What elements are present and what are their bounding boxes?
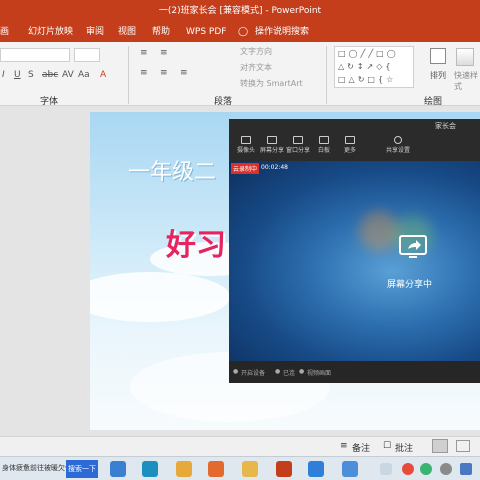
quick-styles-button[interactable]: 快速样式 (454, 70, 480, 92)
sorter-view-button[interactable] (456, 440, 470, 452)
italic-button[interactable]: I (2, 70, 5, 80)
tell-me-search[interactable]: 操作说明搜索 (255, 22, 309, 42)
align-text-button[interactable]: 对齐文本 (240, 62, 272, 73)
whiteboard-button[interactable]: 白板 (311, 133, 337, 159)
comments-button[interactable]: 批注 (395, 441, 413, 454)
tray-app-icon[interactable] (440, 463, 452, 475)
taskbar: 身体疲惫前往被暖欠债 搜索一下 (0, 456, 480, 480)
tab-slideshow[interactable]: 幻灯片放映 (28, 22, 73, 42)
status-bar: ≡ 备注 ☐ 批注 (0, 436, 480, 456)
video-icon[interactable]: ● (299, 368, 304, 375)
arrange-button[interactable]: 排列 (430, 70, 446, 81)
window-share-icon (293, 136, 303, 144)
tab-draw[interactable]: 画 (0, 22, 9, 42)
recording-timer: 00:02:48 (261, 164, 288, 171)
font-size-box[interactable] (74, 48, 100, 62)
device-settings-label[interactable]: 开启设备 (241, 368, 265, 377)
more-button[interactable]: 更多 (337, 133, 363, 159)
meeting-title-bar: 家长会 (229, 119, 480, 133)
tray-app-icon[interactable] (402, 463, 414, 475)
whiteboard-icon (319, 136, 329, 144)
window-share-button[interactable]: 窗口分享 (285, 133, 311, 159)
connection-status-label: 已连 (283, 370, 296, 377)
slide-big-text: 好习 (166, 228, 226, 263)
shared-screen-area: 云录制中 00:02:48 屏幕分享中 (229, 161, 480, 361)
align-center-icon[interactable]: ≡ (160, 68, 168, 78)
connected-icon: ● (275, 368, 281, 375)
screen-share-button[interactable]: 屏幕分享 (259, 133, 285, 159)
camera-icon (241, 136, 251, 144)
recording-badge: 云录制中 (231, 163, 260, 174)
change-case-button[interactable]: Aa (78, 70, 90, 80)
tray-app-icon[interactable] (460, 463, 472, 475)
numbering-icon[interactable]: ≡ (160, 48, 168, 58)
shapes-icon: □◯╱╱□◯ (338, 49, 399, 58)
divider (326, 46, 327, 104)
meeting-app-icon[interactable] (308, 461, 324, 477)
strike-button[interactable]: abc (42, 70, 58, 80)
file-explorer-icon[interactable] (242, 461, 258, 477)
align-right-icon[interactable]: ≡ (180, 68, 188, 78)
cloud-decoration (90, 272, 230, 322)
media-player-icon[interactable] (142, 461, 158, 477)
bullets-icon[interactable]: ≡ (140, 48, 148, 58)
app-icon[interactable] (208, 461, 224, 477)
divider (128, 46, 129, 104)
video-view-label[interactable]: 视频画面 (307, 368, 331, 377)
normal-view-button[interactable] (432, 439, 448, 453)
mail-icon[interactable] (110, 461, 126, 477)
convert-smartart-button[interactable]: 转换为 SmartArt (240, 78, 303, 89)
char-spacing-button[interactable]: AV (62, 70, 74, 80)
share-status-text: 屏幕分享中 (387, 280, 433, 290)
font-color-button[interactable]: A (100, 70, 106, 80)
screen-share-status-icon (397, 233, 429, 261)
wps-icon[interactable] (176, 461, 192, 477)
tab-help[interactable]: 帮助 (152, 22, 170, 42)
weather-news-ticker[interactable]: 身体疲惫前往被暖欠债 (2, 463, 72, 473)
ribbon: I U S abc AV Aa A 字体 文字方向 对齐文本 转换为 Smart… (0, 42, 480, 107)
share-settings-button[interactable]: 共享设置 (385, 133, 411, 159)
notes-button[interactable]: 备注 (352, 441, 370, 454)
tray-app-icon[interactable] (420, 463, 432, 475)
comments-icon[interactable]: ☐ (383, 441, 391, 451)
tab-review[interactable]: 审阅 (86, 22, 104, 42)
ribbon-tabs: 画 幻灯片放映 审阅 视图 帮助 WPS PDF ◯ 操作说明搜索 (0, 22, 480, 42)
underline-button[interactable]: U (14, 70, 21, 80)
shapes-gallery[interactable]: □◯╱╱□◯ △↻↕↗◇{ □△↻□{☆ (334, 46, 414, 88)
text-direction-button[interactable]: 文字方向 (240, 46, 272, 57)
grid-icon (345, 136, 355, 144)
meeting-window[interactable]: 家长会 摄像头 屏幕分享 窗口分享 白板 更多 共享设置 云录制中 00:02:… (229, 119, 480, 383)
app-icon[interactable] (342, 461, 358, 477)
tab-wps-pdf[interactable]: WPS PDF (186, 22, 226, 42)
meeting-title: 家长会 (435, 122, 456, 130)
shadow-button[interactable]: S (28, 70, 34, 80)
network-icon[interactable] (380, 463, 392, 475)
meeting-footer: ● 开启设备 ● 已连 ● 视频画面 (229, 361, 480, 383)
screen-share-icon (267, 136, 277, 144)
notes-icon[interactable]: ≡ (340, 441, 348, 451)
quick-styles-icon[interactable] (456, 48, 474, 66)
arrange-icon[interactable] (430, 48, 446, 64)
tab-view[interactable]: 视图 (118, 22, 136, 42)
slide-heading: 一年级二 (128, 160, 217, 185)
person-icon (394, 136, 402, 144)
window-title-bar: 一(2)班家长会 [兼容模式] - PowerPoint (0, 0, 480, 22)
mic-icon[interactable]: ● (233, 368, 238, 375)
search-button[interactable]: 搜索一下 (66, 460, 98, 478)
align-left-icon[interactable]: ≡ (140, 68, 148, 78)
font-name-box[interactable] (0, 48, 70, 62)
window-title: 一(2)班家长会 [兼容模式] - PowerPoint (158, 6, 322, 16)
shapes-icon: △↻↕↗◇{ (338, 62, 394, 71)
shapes-icon: □△↻□{☆ (338, 75, 397, 84)
powerpoint-icon[interactable] (276, 461, 292, 477)
camera-button[interactable]: 摄像头 (233, 133, 259, 159)
lightbulb-icon: ◯ (238, 27, 249, 37)
